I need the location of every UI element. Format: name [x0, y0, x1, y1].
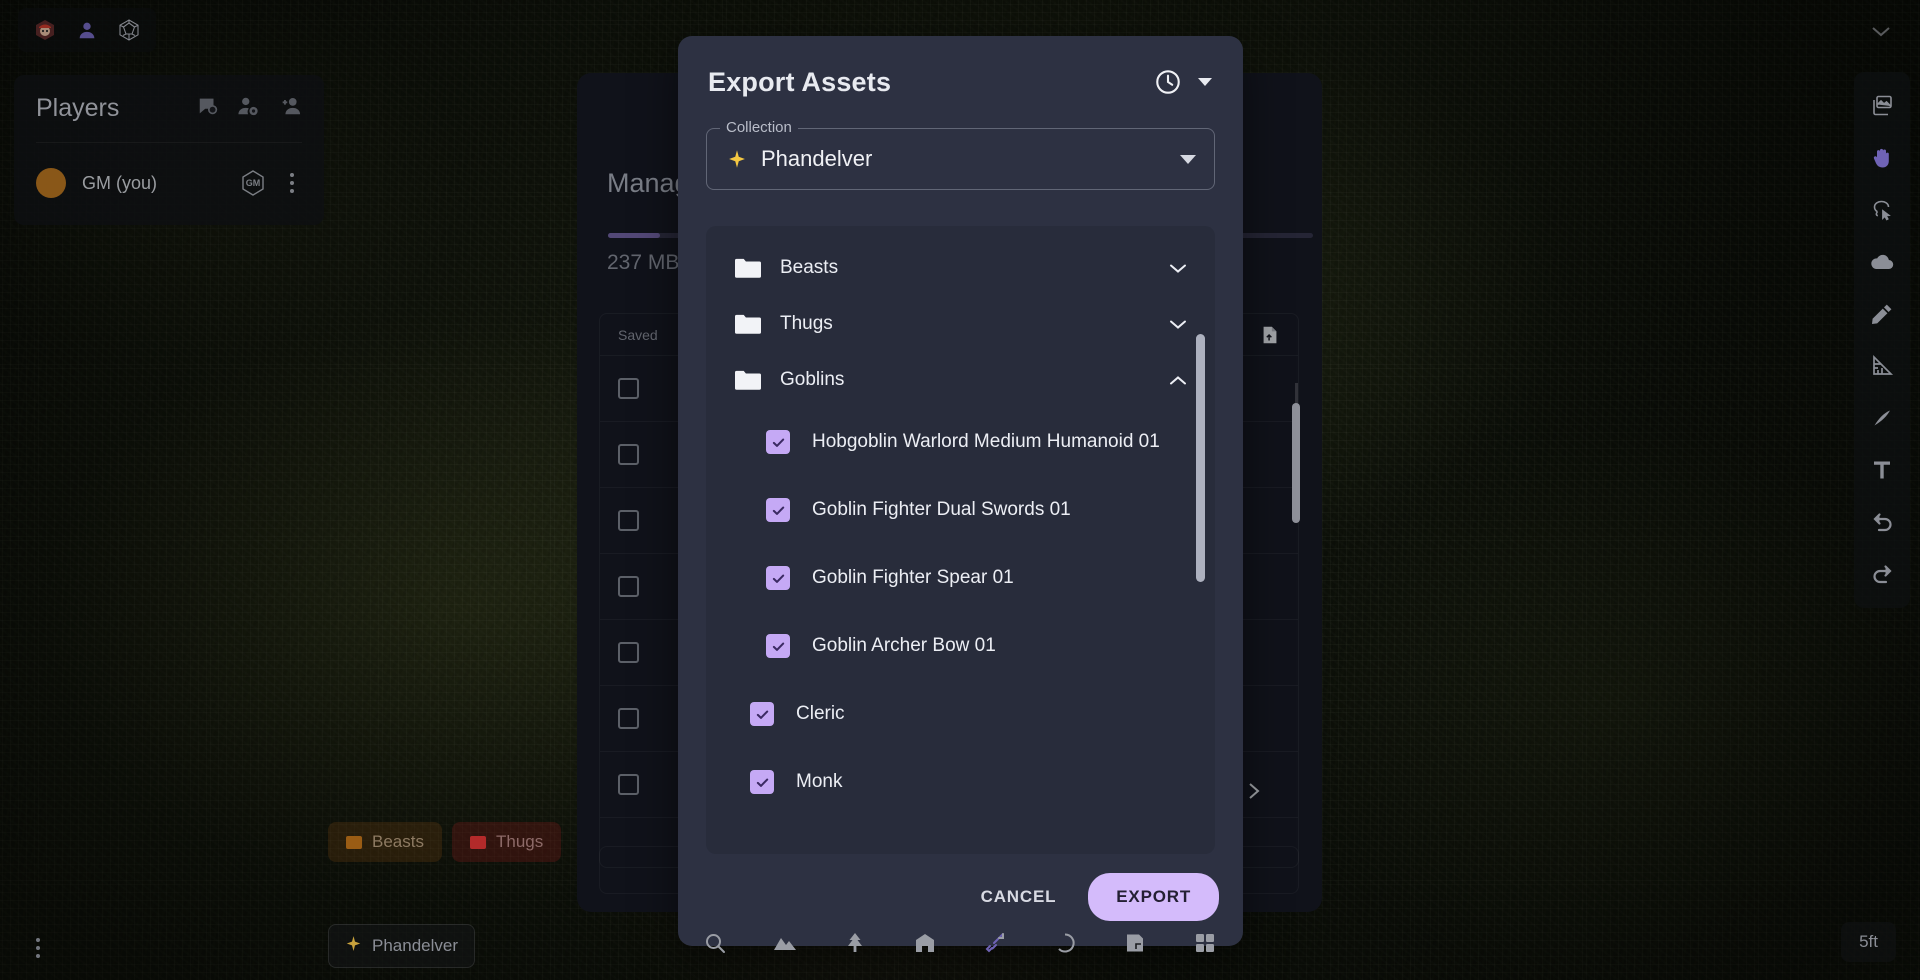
asset-checkbox[interactable]: [766, 634, 790, 658]
asset-label: Monk: [796, 771, 843, 792]
folder-icon: [732, 369, 762, 391]
asset-checkbox[interactable]: [750, 702, 774, 726]
tree-folder-beasts[interactable]: Beasts: [706, 240, 1215, 296]
folder-color-swatch: [469, 835, 486, 849]
collection-select[interactable]: Collection Phandelver: [706, 119, 1215, 190]
folder-chips: Beasts Thugs: [328, 822, 562, 862]
list-item[interactable]: Goblin Fighter Dual Swords 01: [706, 476, 1215, 544]
pan-hand-icon[interactable]: [1860, 134, 1904, 182]
asset-checkbox[interactable]: [766, 498, 790, 522]
undo-icon[interactable]: [1860, 498, 1904, 546]
asset-label: Cleric: [796, 703, 845, 724]
tree-folder-label: Thugs: [780, 313, 833, 334]
redo-icon[interactable]: [1860, 550, 1904, 598]
checkbox-checked-icon: [766, 566, 790, 590]
asset-tree-list: Beasts Thugs Goblins Hobgoblin Warlord M…: [706, 226, 1215, 854]
sparkle-star-icon: [345, 935, 362, 957]
chevron-down-icon[interactable]: [1167, 319, 1189, 330]
chevron-down-icon[interactable]: [1167, 263, 1189, 274]
map-tools-toolbar: [1854, 72, 1910, 608]
chip-thugs[interactable]: Thugs: [451, 822, 562, 862]
active-collection-label: Phandelver: [372, 936, 459, 955]
bottom-toolbar: [672, 914, 1248, 972]
list-item[interactable]: Monk: [706, 748, 1215, 816]
tree-icon[interactable]: [838, 926, 872, 960]
cancel-button[interactable]: CANCEL: [963, 875, 1075, 919]
folder-color-swatch: [346, 835, 362, 849]
folder-icon: [732, 257, 762, 279]
image-layers-icon[interactable]: [1860, 82, 1904, 130]
list-item[interactable]: Goblin Archer Bow 01: [706, 612, 1215, 680]
text-tool-icon[interactable]: [1860, 446, 1904, 494]
export-assets-dialog: Export Assets Collection Phandelver Beas…: [678, 36, 1243, 946]
caret-down-icon[interactable]: [1193, 70, 1217, 94]
collection-selected-value: Phandelver: [761, 146, 873, 171]
dialog-header-actions: [1151, 65, 1217, 99]
chip-beasts[interactable]: Beasts: [328, 822, 442, 862]
collection-select-field[interactable]: Phandelver: [706, 128, 1215, 190]
chip-label: Thugs: [495, 832, 544, 851]
pen-draw-icon[interactable]: [1860, 290, 1904, 338]
list-item[interactable]: Goblin Fighter Spear 01: [706, 544, 1215, 612]
asset-tree-panel: Beasts Thugs Goblins Hobgoblin Warlord M…: [706, 226, 1215, 854]
checkbox-checked-icon: [750, 770, 774, 794]
asset-checkbox[interactable]: [766, 566, 790, 590]
app-root: Players GM (you) GM Manage 237 MB Saved …: [0, 0, 1920, 980]
asset-checkbox[interactable]: [750, 770, 774, 794]
eraser-icon[interactable]: [1860, 394, 1904, 442]
asset-label: Hobgoblin Warlord Medium Humanoid 01: [812, 431, 1160, 452]
notes-icon[interactable]: [1118, 926, 1152, 960]
tree-folder-label: Beasts: [780, 257, 839, 278]
chevron-down-icon[interactable]: [1180, 154, 1196, 164]
ruler-measure-icon[interactable]: [1860, 342, 1904, 390]
tree-folder-label: Goblins: [780, 369, 845, 390]
lasso-select-icon[interactable]: [1860, 186, 1904, 234]
chip-label: Beasts: [372, 832, 424, 851]
kebab-menu-icon[interactable]: [36, 938, 40, 958]
checkbox-checked-icon: [766, 430, 790, 454]
page-title: Export Assets: [708, 66, 892, 97]
asset-label: Goblin Fighter Spear 01: [812, 567, 1014, 588]
map-scale-indicator: 5ft: [1841, 922, 1896, 962]
token-circle-icon[interactable]: [1048, 926, 1082, 960]
list-item[interactable]: Hobgoblin Warlord Medium Humanoid 01: [706, 408, 1215, 476]
search-icon[interactable]: [698, 926, 732, 960]
tree-folder-goblins[interactable]: Goblins: [706, 352, 1215, 408]
tree-folder-thugs[interactable]: Thugs: [706, 296, 1215, 352]
asset-tree-scrollbar[interactable]: [1196, 334, 1205, 582]
folder-icon: [732, 313, 762, 335]
clock-history-icon[interactable]: [1151, 65, 1185, 99]
checkbox-checked-icon: [766, 498, 790, 522]
sparkle-star-icon: [727, 149, 747, 169]
asset-checkbox[interactable]: [766, 430, 790, 454]
checkbox-checked-icon: [766, 634, 790, 658]
asset-label: Goblin Fighter Dual Swords 01: [812, 499, 1071, 520]
terrain-icon[interactable]: [768, 926, 802, 960]
list-item[interactable]: Cleric: [706, 680, 1215, 748]
caret-down-glyph: [1198, 78, 1212, 86]
dialog-header: Export Assets: [678, 36, 1243, 128]
assets-grid-icon[interactable]: [1188, 926, 1222, 960]
collection-label: Collection: [720, 119, 798, 136]
chevron-up-icon[interactable]: [1167, 375, 1189, 386]
active-collection-chip[interactable]: Phandelver: [328, 924, 476, 968]
building-icon[interactable]: [908, 926, 942, 960]
sword-icon[interactable]: [978, 926, 1012, 960]
asset-label: Goblin Archer Bow 01: [812, 635, 996, 656]
fog-cloud-icon[interactable]: [1860, 238, 1904, 286]
checkbox-checked-icon: [750, 702, 774, 726]
